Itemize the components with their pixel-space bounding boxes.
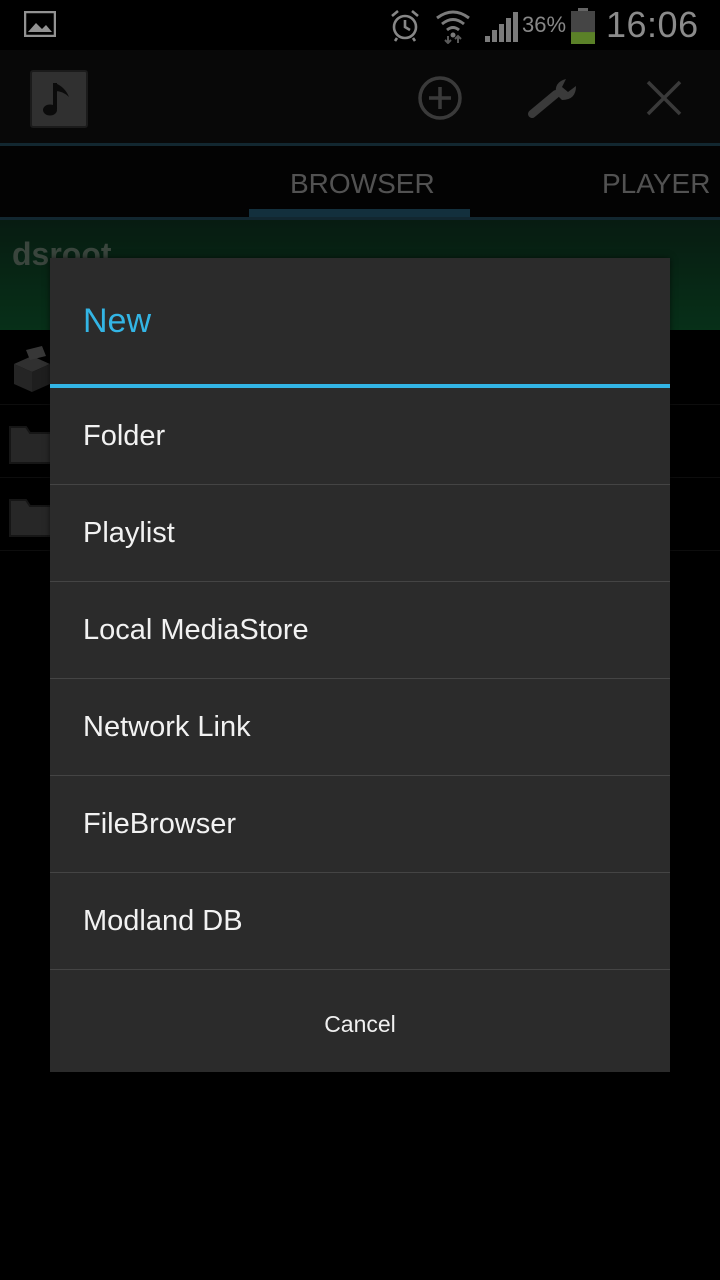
menu-item-modland-db[interactable]: Modland DB [50,873,670,970]
menu-item-filebrowser[interactable]: FileBrowser [50,776,670,873]
cancel-button[interactable]: Cancel [50,976,670,1072]
screen: 36% 16:06 BROWSER PLAYER dsroot New Fold… [0,0,720,1280]
new-dialog: New Folder Playlist Local MediaStore Net… [50,258,670,1072]
menu-item-playlist[interactable]: Playlist [50,485,670,582]
dialog-menu: Folder Playlist Local MediaStore Network… [50,388,670,970]
dialog-title: New [83,302,152,340]
menu-item-local-mediastore[interactable]: Local MediaStore [50,582,670,679]
menu-item-folder[interactable]: Folder [50,388,670,485]
menu-item-network-link[interactable]: Network Link [50,679,670,776]
